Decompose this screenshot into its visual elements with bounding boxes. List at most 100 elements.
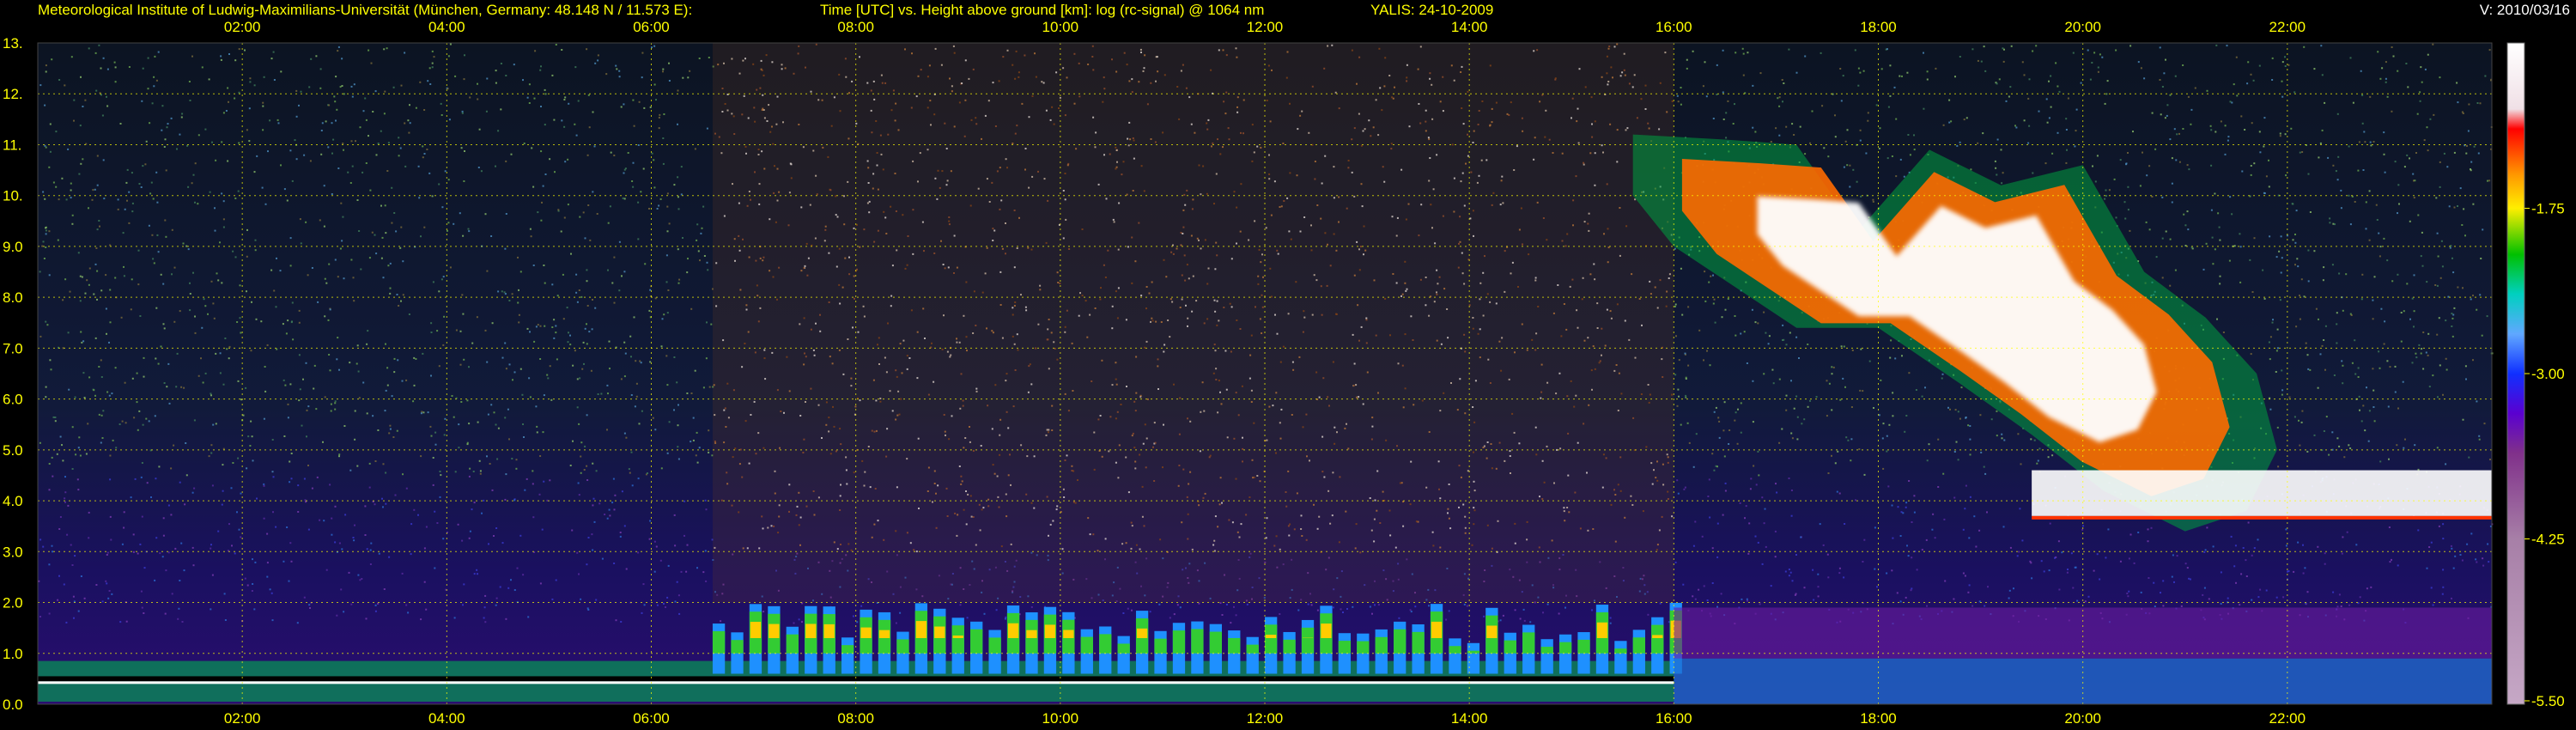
y-tick-label: 2.0 — [3, 595, 23, 611]
aerosol-column — [1614, 648, 1627, 654]
aerosol-column — [1449, 646, 1461, 654]
aerosol-column — [823, 624, 835, 638]
x-tick-label-bottom: 10:00 — [1042, 710, 1079, 727]
aerosol-column — [1063, 630, 1074, 638]
x-tick-label-top: 06:00 — [633, 19, 670, 35]
low-cloud-body — [2032, 470, 2492, 516]
aerosol-column — [1007, 623, 1019, 638]
aerosol-column — [970, 629, 983, 654]
x-tick-label-top: 22:00 — [2269, 19, 2306, 35]
aerosol-column — [731, 640, 744, 654]
aerosol-column — [1632, 637, 1645, 654]
x-tick-label-bottom: 22:00 — [2269, 710, 2306, 727]
aerosol-column — [1540, 639, 1553, 674]
aerosol-column — [1522, 632, 1535, 654]
lidar-chart: 02:00 02:00 04:00 04:00 06:00 06:00 08:00 08:00… — [3, 19, 2565, 727]
aerosol-column — [1265, 624, 1278, 654]
x-tick-label-bottom: 18:00 — [1860, 710, 1897, 727]
aerosol-column — [1246, 636, 1259, 674]
y-tick-label: 10. — [3, 188, 23, 204]
colorbar-label: -5.50 — [2531, 693, 2565, 709]
aerosol-column — [1394, 629, 1406, 654]
aerosol-column — [1191, 629, 1204, 654]
aerosol-column — [1080, 636, 1093, 654]
aerosol-column — [1321, 624, 1332, 638]
aerosol-column — [1099, 634, 1112, 654]
x-tick-label-bottom: 04:00 — [428, 710, 465, 727]
x-tick-label-bottom: 20:00 — [2064, 710, 2101, 727]
aerosol-column — [915, 621, 927, 638]
low-cloud-edge — [2032, 515, 2492, 520]
aerosol-column — [952, 636, 963, 638]
aerosol-column — [786, 634, 799, 654]
aerosol-column — [1357, 641, 1370, 654]
colorbar-label: -3.00 — [2531, 366, 2565, 382]
colorbar-label: -4.25 — [2531, 532, 2565, 548]
y-tick-label: 12. — [3, 86, 23, 102]
x-tick-label-bottom: 12:00 — [1247, 710, 1284, 727]
aerosol-column — [951, 625, 964, 654]
aerosol-column — [1375, 636, 1388, 654]
y-tick-label: 11. — [3, 137, 21, 153]
aerosol-column — [1283, 639, 1296, 654]
aerosol-column — [878, 630, 890, 638]
aerosol-column — [1117, 636, 1130, 674]
aerosol-column — [1558, 642, 1572, 654]
aerosol-column — [1338, 641, 1352, 654]
aerosol-column — [1614, 641, 1627, 674]
x-tick-label-bottom: 02:00 — [224, 710, 261, 727]
lidar-plot: Meteorological Institute of Ludwig-Maxim… — [0, 0, 2576, 730]
aerosol-column — [1596, 622, 1608, 638]
low-cloud — [2032, 470, 2492, 520]
aerosol-column — [896, 639, 909, 654]
aerosol-column — [769, 624, 780, 638]
aerosol-column — [1044, 624, 1056, 638]
aerosol-column — [1558, 634, 1572, 674]
x-tick-label-top: 04:00 — [428, 19, 465, 35]
aerosol-column — [1449, 638, 1461, 674]
x-tick-label-top: 18:00 — [1860, 19, 1897, 35]
y-tick-label: 3.0 — [3, 544, 23, 560]
y-tick-label: 9.0 — [3, 239, 23, 255]
aerosol-column — [1651, 624, 1664, 654]
aerosol-column — [1301, 627, 1315, 654]
aerosol-column — [805, 624, 817, 638]
x-tick-label-bottom: 06:00 — [633, 710, 670, 727]
aerosol-column — [1486, 625, 1498, 638]
x-tick-label-top: 14:00 — [1451, 19, 1488, 35]
aerosol-column — [1026, 630, 1037, 638]
aerosol-column — [1246, 644, 1259, 654]
aerosol-column — [988, 637, 1001, 654]
aerosol-column — [1172, 630, 1186, 654]
y-tick-label: 13. — [3, 35, 23, 52]
x-tick-label-top: 12:00 — [1247, 19, 1284, 35]
y-tick-label: 6.0 — [3, 392, 23, 408]
y-tick-label: 7.0 — [3, 340, 23, 356]
y-tick-label: 8.0 — [3, 289, 23, 306]
aerosol-column — [1540, 647, 1553, 654]
aerosol-column — [1577, 639, 1590, 654]
aerosol-column — [841, 637, 854, 674]
colorbar — [2506, 42, 2525, 705]
aerosol-column — [1209, 631, 1222, 654]
x-tick-label-top: 02:00 — [224, 19, 261, 35]
aerosol-column — [1431, 621, 1443, 638]
x-tick-label-bottom: 16:00 — [1656, 710, 1692, 727]
aerosol-column — [1228, 637, 1241, 654]
aerosol-column — [1652, 635, 1663, 638]
aerosol-column — [712, 630, 726, 654]
aerosol-column — [1154, 638, 1167, 654]
aerosol-column — [1136, 628, 1148, 638]
aerosol-column — [841, 645, 854, 654]
colorbar-label: -1.75 — [2531, 201, 2565, 217]
aerosol-column — [1338, 633, 1352, 674]
x-tick-label-top: 08:00 — [837, 19, 874, 35]
aerosol-column — [1266, 635, 1277, 638]
aerosol-column — [750, 622, 762, 638]
aerosol-column — [1117, 643, 1130, 654]
aerosol-column — [1412, 631, 1425, 654]
aerosol-column — [934, 626, 945, 638]
aerosol-column — [860, 627, 872, 638]
x-tick-label-bottom: 14:00 — [1451, 710, 1488, 727]
x-tick-label-top: 16:00 — [1656, 19, 1692, 35]
